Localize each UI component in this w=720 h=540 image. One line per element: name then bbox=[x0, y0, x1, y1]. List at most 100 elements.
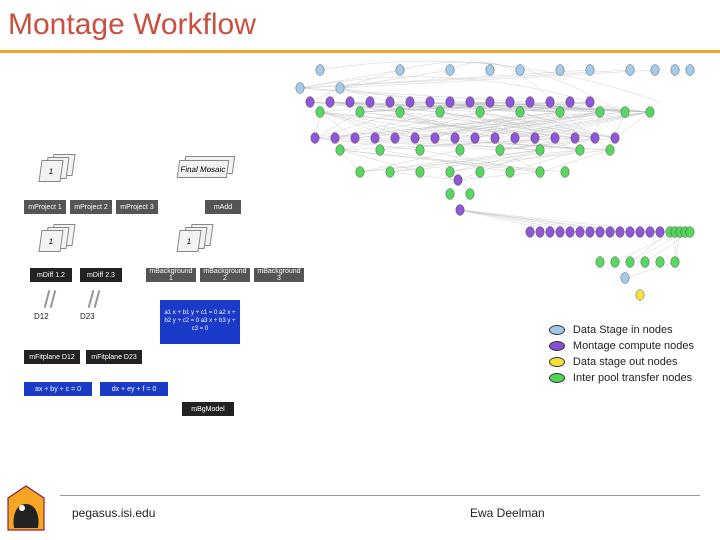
box-bg: mBackground 2 bbox=[200, 268, 250, 282]
legend-label: Inter pool transfer nodes bbox=[573, 372, 692, 384]
title-rule bbox=[0, 50, 720, 53]
dag-node bbox=[656, 257, 664, 268]
page-title: Montage Workflow bbox=[8, 8, 256, 42]
ellipse-icon bbox=[549, 373, 565, 383]
dag-node bbox=[526, 227, 534, 238]
footer-author: Ewa Deelman bbox=[470, 506, 545, 520]
legend: Data Stage in nodes Montage compute node… bbox=[549, 324, 694, 388]
dag-node bbox=[576, 145, 584, 156]
box-mproject: mProject 2 bbox=[70, 200, 112, 214]
dag-node bbox=[336, 83, 344, 94]
dag-node bbox=[556, 227, 564, 238]
box-bg: mBackground 1 bbox=[146, 268, 196, 282]
dag-node bbox=[651, 65, 659, 76]
card-final-mosaic: Final Mosaic bbox=[177, 160, 230, 178]
label-d12: D12 bbox=[34, 312, 49, 321]
ellipse-icon bbox=[549, 341, 565, 351]
dag-node bbox=[446, 65, 454, 76]
dag-node bbox=[356, 107, 364, 118]
dag-node bbox=[546, 97, 554, 108]
dag-node bbox=[396, 65, 404, 76]
dag-node bbox=[366, 97, 374, 108]
dag-node bbox=[454, 175, 462, 186]
dag-node bbox=[536, 167, 544, 178]
dag-node bbox=[476, 107, 484, 118]
box-mproject: mProject 3 bbox=[116, 200, 158, 214]
dag-node bbox=[556, 107, 564, 118]
dag-node bbox=[526, 97, 534, 108]
dag-node bbox=[386, 97, 394, 108]
box-madd: mAdd bbox=[205, 200, 241, 214]
card: 1 bbox=[176, 230, 201, 252]
dag-node bbox=[596, 227, 604, 238]
label-d23: D23 bbox=[80, 312, 95, 321]
dag-node bbox=[641, 257, 649, 268]
dag-node bbox=[386, 167, 394, 178]
footer-rule bbox=[60, 495, 700, 496]
dag-node bbox=[621, 107, 629, 118]
dag-node bbox=[506, 167, 514, 178]
dag-graph bbox=[260, 60, 710, 310]
dag-node bbox=[446, 189, 454, 200]
dag-node bbox=[371, 133, 379, 144]
footer-link: pegasus.isi.edu bbox=[72, 506, 155, 520]
dag-node bbox=[636, 227, 644, 238]
legend-item: Data Stage in nodes bbox=[549, 324, 694, 336]
box-mdiff: mDiff 2.3 bbox=[80, 268, 122, 282]
dag-node bbox=[516, 65, 524, 76]
dag-node bbox=[586, 65, 594, 76]
griphyn-logo bbox=[2, 480, 52, 536]
dag-node bbox=[336, 145, 344, 156]
dag-node bbox=[346, 97, 354, 108]
dag-node bbox=[306, 97, 314, 108]
legend-label: Montage compute nodes bbox=[573, 340, 694, 352]
dag-node bbox=[571, 133, 579, 144]
line bbox=[94, 290, 101, 308]
line bbox=[50, 290, 57, 308]
card: 1 bbox=[38, 160, 63, 182]
dag-node bbox=[491, 133, 499, 144]
card: 1 bbox=[38, 230, 63, 252]
dag-node bbox=[616, 227, 624, 238]
ellipse-icon bbox=[549, 357, 565, 367]
legend-item: Data stage out nodes bbox=[549, 356, 694, 368]
legend-item: Montage compute nodes bbox=[549, 340, 694, 352]
dag-node bbox=[646, 227, 654, 238]
dag-node bbox=[426, 97, 434, 108]
dag-node bbox=[606, 227, 614, 238]
dag-node bbox=[466, 97, 474, 108]
dag-node bbox=[486, 65, 494, 76]
dag-node bbox=[311, 133, 319, 144]
dag-node bbox=[611, 257, 619, 268]
box-mproject: mProject 1 bbox=[24, 200, 66, 214]
box-sol: dx + ey + f = 0 bbox=[100, 382, 168, 396]
box-formulas: a1 x + b1 y + c1 = 0 a2 x + b2 y + c2 = … bbox=[160, 300, 240, 344]
dag-node bbox=[606, 145, 614, 156]
dag-node bbox=[626, 257, 634, 268]
dag-node bbox=[586, 227, 594, 238]
box-fitplane: mFitplane D12 bbox=[24, 350, 80, 364]
dag-node bbox=[471, 133, 479, 144]
dag-node bbox=[351, 133, 359, 144]
dag-node bbox=[566, 97, 574, 108]
dag-node bbox=[531, 133, 539, 144]
dag-node bbox=[436, 107, 444, 118]
dag-node bbox=[646, 107, 654, 118]
legend-label: Data stage out nodes bbox=[573, 356, 678, 368]
legend-item: Inter pool transfer nodes bbox=[549, 372, 694, 384]
dag-node bbox=[586, 97, 594, 108]
dag-node bbox=[686, 65, 694, 76]
legend-label: Data Stage in nodes bbox=[573, 324, 673, 336]
dag-node bbox=[316, 107, 324, 118]
dag-node bbox=[396, 107, 404, 118]
dag-node bbox=[446, 97, 454, 108]
dag-node bbox=[576, 227, 584, 238]
dag-node bbox=[486, 97, 494, 108]
dag-node bbox=[411, 133, 419, 144]
ellipse-icon bbox=[549, 325, 565, 335]
dag-node bbox=[506, 97, 514, 108]
dag-node bbox=[466, 189, 474, 200]
dag-node bbox=[596, 107, 604, 118]
dag-node bbox=[456, 205, 464, 216]
dag-node bbox=[686, 227, 694, 238]
